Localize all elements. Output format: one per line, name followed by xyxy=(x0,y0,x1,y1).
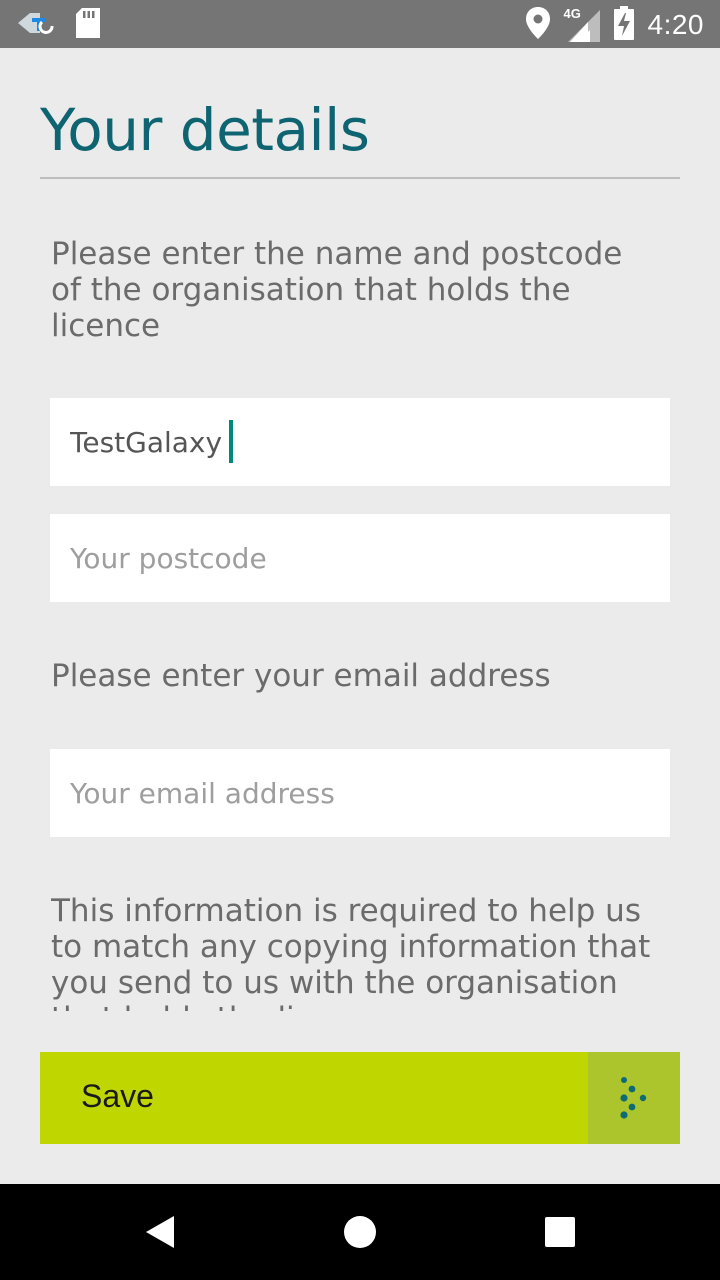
save-button[interactable]: Save xyxy=(40,1052,680,1144)
sd-card-icon xyxy=(76,8,100,42)
home-icon xyxy=(344,1216,376,1248)
location-icon xyxy=(525,7,550,43)
network-type-label: 4G xyxy=(563,6,581,21)
title-divider xyxy=(40,177,680,179)
save-button-label: Save xyxy=(81,1078,154,1114)
recents-button[interactable] xyxy=(500,1184,620,1280)
recents-icon xyxy=(545,1217,575,1247)
back-icon xyxy=(146,1216,174,1248)
info-text: This information is required to help us … xyxy=(51,893,651,1011)
intro-text: Please enter the name and postcode of th… xyxy=(51,236,623,344)
battery-charging-icon xyxy=(613,6,634,44)
status-bar: 4G 4:20 xyxy=(0,0,720,48)
clock: 4:20 xyxy=(647,9,704,40)
page-title: Your details xyxy=(40,96,370,164)
home-button[interactable] xyxy=(300,1184,420,1280)
back-button[interactable] xyxy=(100,1184,220,1280)
postcode-input[interactable] xyxy=(50,514,670,602)
loading-spinner xyxy=(588,1052,680,1144)
text-cursor xyxy=(229,420,233,463)
organisation-name-input[interactable] xyxy=(50,398,670,486)
email-input[interactable] xyxy=(50,749,670,837)
app-notification-icon xyxy=(16,9,54,41)
email-prompt: Please enter your email address xyxy=(51,658,551,694)
info-scroll-area[interactable]: This information is required to help us … xyxy=(51,893,661,1011)
signal-4g-icon: 4G xyxy=(563,6,600,42)
spinner-icon xyxy=(620,1077,647,1119)
navigation-bar xyxy=(0,1184,720,1280)
